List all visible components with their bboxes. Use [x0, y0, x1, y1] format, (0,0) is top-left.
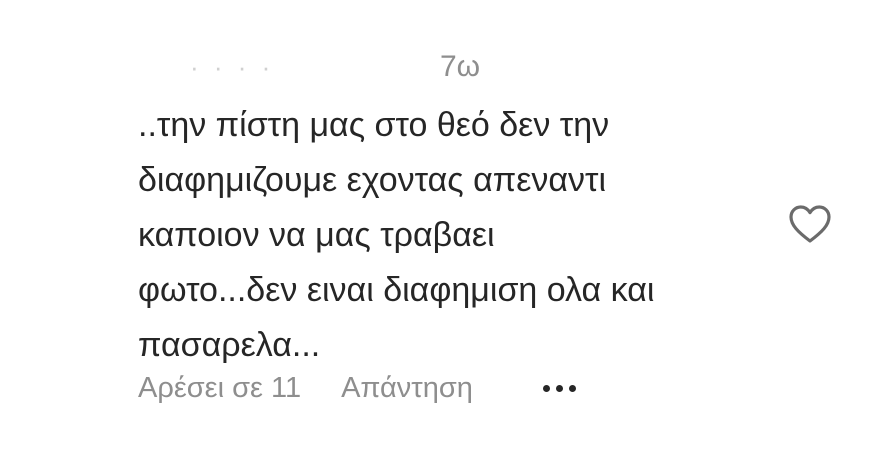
comment-text: ..την πίστη μας στο θεό δεν την διαφημιζ…: [138, 98, 758, 373]
comment-line: πασαρελα...: [138, 326, 321, 364]
dot: [568, 385, 576, 392]
comment-line: φωτο...δεν ειναι διαφημιση ολα και: [138, 271, 655, 309]
like-button[interactable]: [786, 200, 834, 248]
likes-count-button[interactable]: Αρέσει σε 11: [138, 372, 301, 405]
timestamp[interactable]: 7ω: [440, 50, 480, 84]
comment-line: καποιον να μας τραβαει: [138, 216, 495, 254]
username[interactable]: · · · ·: [190, 52, 440, 83]
comment-header: · · · · 7ω: [190, 50, 480, 84]
comment-actions: Αρέσει σε 11 Απάντηση: [138, 372, 576, 405]
comment-line: ..την πίστη μας στο θεό δεν την: [138, 106, 610, 144]
reply-button[interactable]: Απάντηση: [341, 372, 473, 405]
heart-outline-icon: [789, 205, 831, 243]
dot: [555, 385, 563, 392]
more-options-icon[interactable]: [542, 374, 576, 404]
comment: · · · · 7ω ..την πίστη μας στο θεό δεν τ…: [0, 0, 880, 460]
comment-line: διαφημιζουμε εχοντας απεναντι: [138, 161, 606, 199]
dot: [542, 385, 550, 392]
